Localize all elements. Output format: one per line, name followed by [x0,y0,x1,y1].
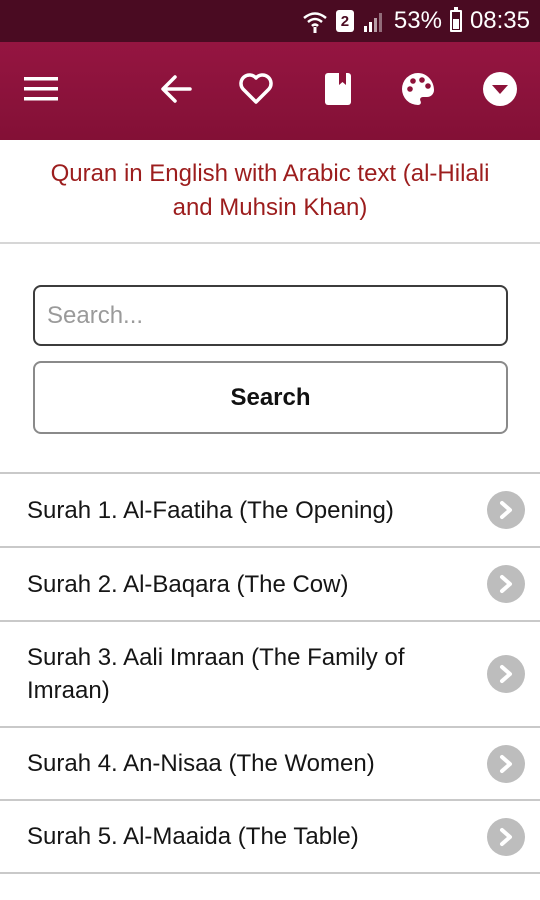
favorite-button[interactable] [229,64,283,118]
chevron-right-icon [487,744,525,783]
list-item[interactable]: Surah 2. Al-Baqara (The Cow) [0,548,540,622]
battery-percent: 53% [393,7,442,34]
chevron-right-icon [487,491,525,529]
chevron-right-icon [487,655,525,693]
signal-icon [362,10,386,32]
surah-label: Surah 1. Al-Faatiha (The Opening) [27,496,394,524]
search-input[interactable] [33,285,508,346]
clock: 08:35 [469,7,530,34]
chevron-right-icon [487,817,525,856]
heart-icon [238,72,274,110]
back-arrow-icon [160,74,192,109]
theme-button[interactable] [391,64,445,118]
surah-label: Surah 2. Al-Baqara (The Cow) [27,570,349,598]
chevron-right-icon [487,565,525,603]
toolbar [0,42,540,140]
menu-icon [24,76,58,107]
title-section: Quran in English with Arabic text (al-Hi… [0,140,540,244]
palette-icon [401,72,435,111]
search-button[interactable]: Search [33,361,508,434]
page-title: Quran in English with Arabic text (al-Hi… [50,160,490,221]
bookmark-button[interactable] [311,64,365,118]
list-item[interactable]: Surah 3. Aali Imraan (The Family of Imra… [0,622,540,728]
more-options-button[interactable] [473,64,527,118]
back-button[interactable] [149,64,203,118]
dropdown-circle-icon [482,71,518,112]
battery-fill [452,19,459,29]
menu-button[interactable] [14,64,68,118]
list-item[interactable]: Surah 1. Al-Faatiha (The Opening) [0,474,540,548]
surah-label: Surah 5. Al-Maaida (The Table) [27,823,359,850]
surah-list: Surah 1. Al-Faatiha (The Opening) Surah … [0,474,540,874]
list-item[interactable]: Surah 4. An-Nisaa (The Women) [0,728,540,801]
wifi-icon [302,9,328,33]
bookmark-icon [324,72,352,111]
surah-label: Surah 4. An-Nisaa (The Women) [27,750,375,777]
surah-label: Surah 3. Aali Imraan (The Family of Imra… [27,644,405,704]
list-item[interactable]: Surah 5. Al-Maaida (The Table) [0,801,540,874]
sim-badge: 2 [335,10,354,32]
battery-icon [449,7,462,32]
status-bar: 2 53% 08:35 [0,0,540,42]
